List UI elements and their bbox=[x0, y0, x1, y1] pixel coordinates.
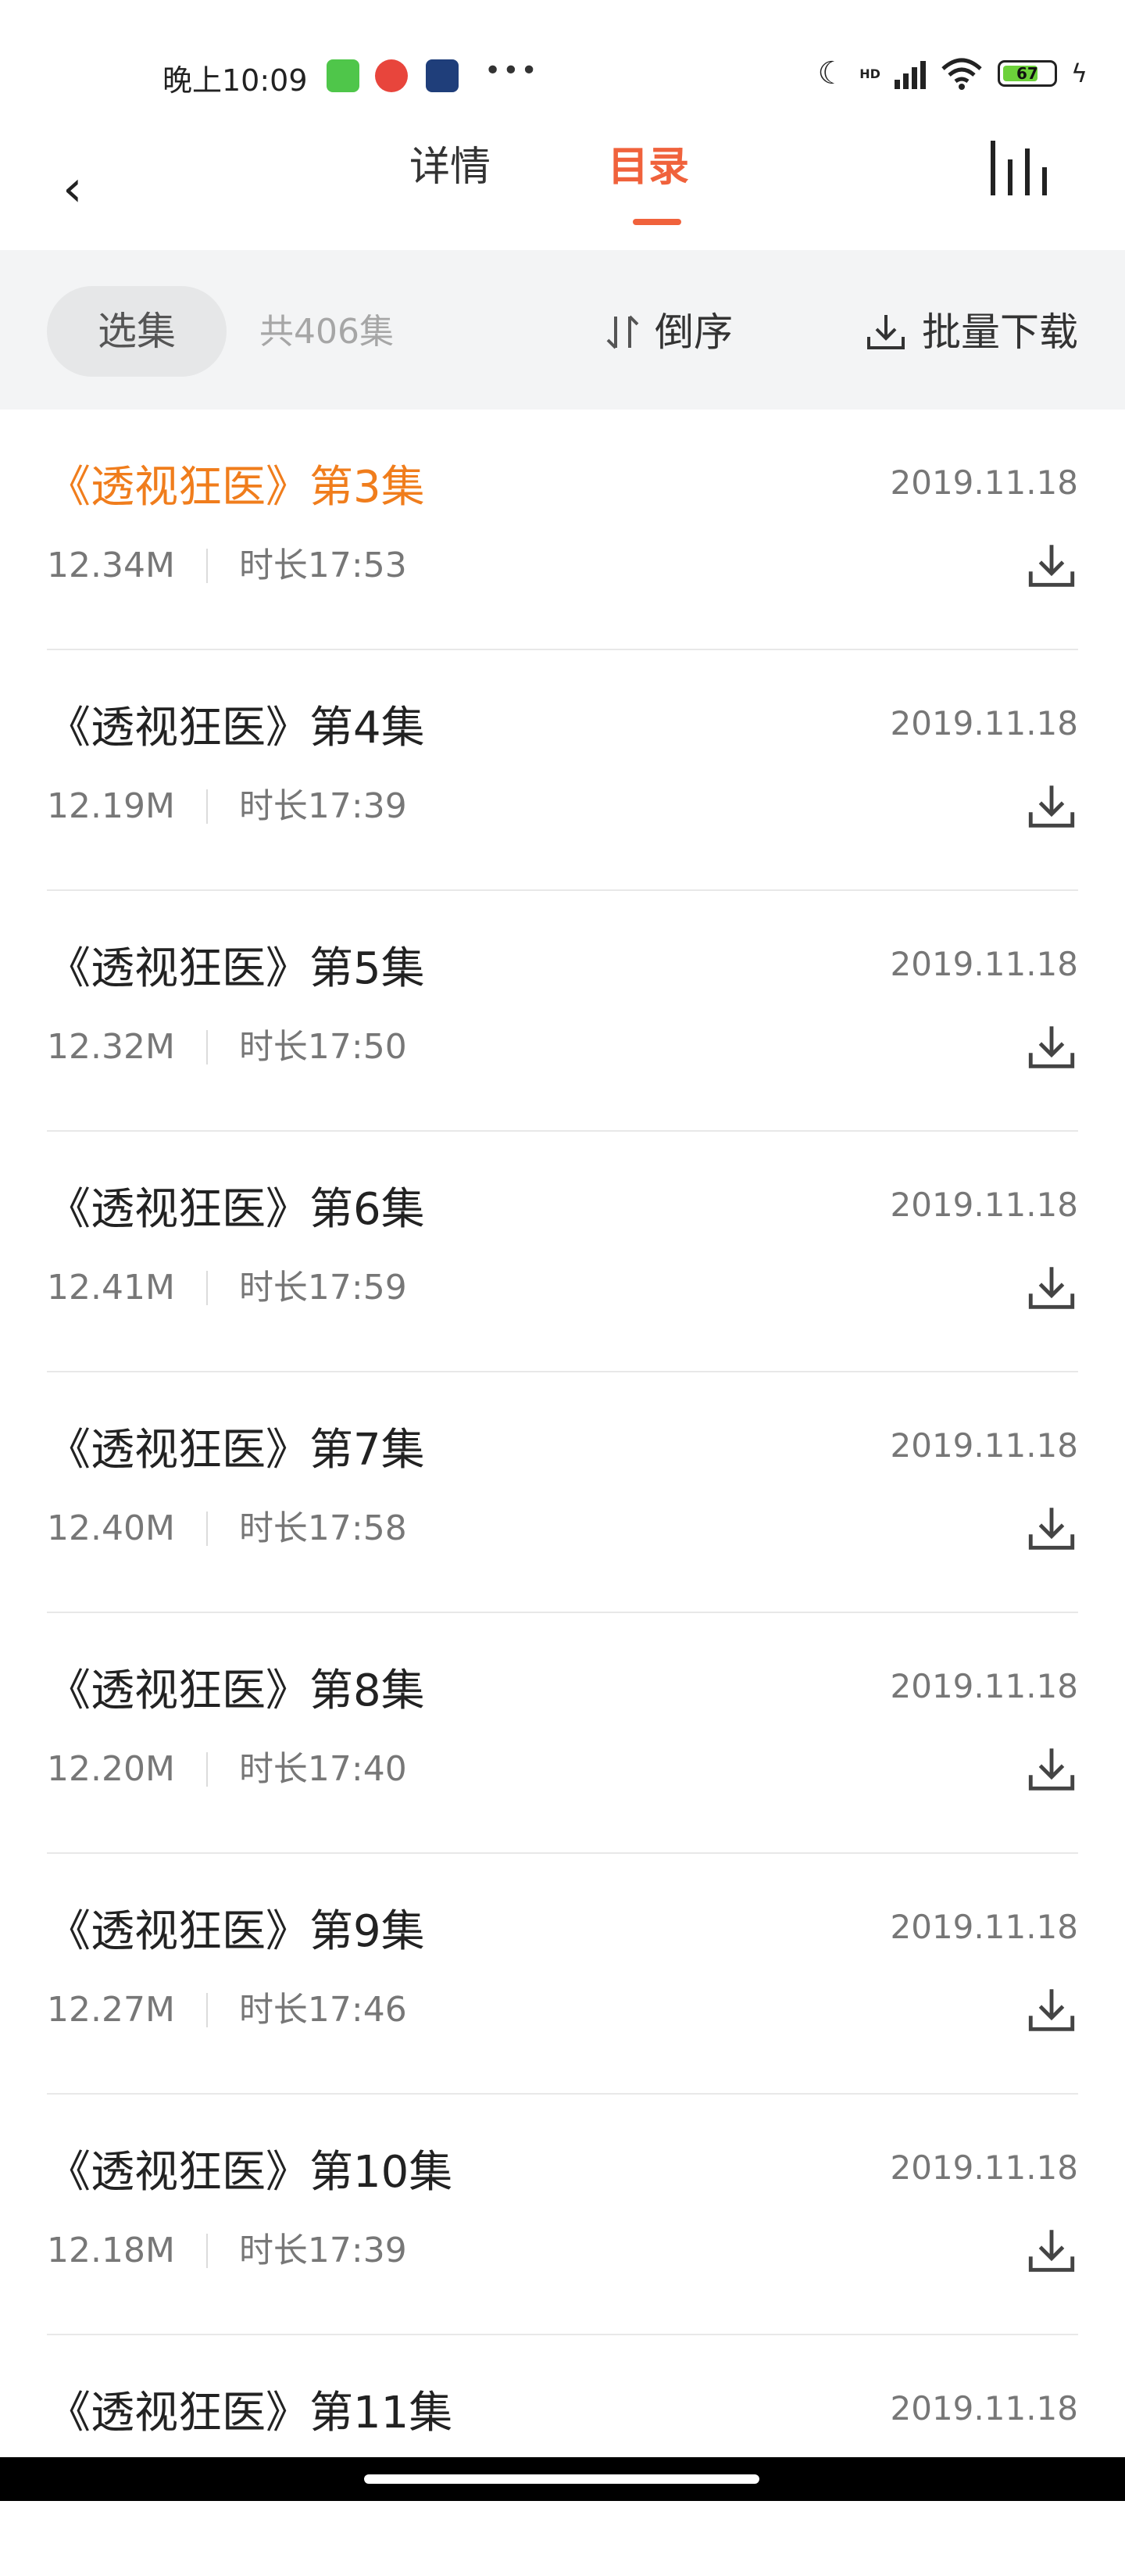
sort-arrows-icon bbox=[606, 315, 639, 349]
episode-size: 12.34M bbox=[47, 546, 175, 585]
episode-date: 2019.11.18 bbox=[890, 2389, 1078, 2428]
list-item[interactable]: 《透视狂医》第10集 2019.11.18 12.18M 时长17:39 bbox=[47, 2095, 1078, 2335]
sort-button[interactable]: 倒序 bbox=[603, 305, 733, 360]
episode-duration: 时长17:53 bbox=[238, 546, 407, 585]
episode-title: 《透视狂医》第6集 bbox=[47, 1184, 425, 1235]
episode-size: 12.18M bbox=[47, 2231, 175, 2270]
episode-title: 《透视狂医》第10集 bbox=[47, 2147, 453, 2198]
batch-download-label: 批量下载 bbox=[922, 309, 1078, 355]
network-type: HD bbox=[859, 66, 880, 81]
episode-title: 《透视狂医》第5集 bbox=[47, 943, 425, 994]
download-icon[interactable] bbox=[1025, 2224, 1078, 2277]
status-time: 晚上10:09 bbox=[162, 63, 308, 98]
gesture-bar bbox=[0, 2457, 1125, 2501]
list-item[interactable]: 《透视狂医》第9集 2019.11.18 12.27M 时长17:46 bbox=[47, 1854, 1078, 2095]
news-app-icon bbox=[426, 59, 459, 92]
episode-title: 《透视狂医》第8集 bbox=[47, 1665, 425, 1716]
signal-icon bbox=[894, 58, 926, 89]
list-item[interactable]: 《透视狂医》第8集 2019.11.18 12.20M 时长17:40 bbox=[47, 1613, 1078, 1854]
episode-toolbar: 选集 共406集 倒序 批量下载 bbox=[0, 250, 1125, 410]
episode-date: 2019.11.18 bbox=[890, 1667, 1078, 1705]
episode-size: 12.32M bbox=[47, 1027, 175, 1067]
bar-chart-icon[interactable] bbox=[984, 133, 1055, 203]
episode-title: 《透视狂医》第3集 bbox=[47, 462, 425, 513]
download-icon[interactable] bbox=[1025, 1984, 1078, 2037]
wifi-icon bbox=[941, 58, 982, 90]
episode-duration: 时长17:40 bbox=[238, 1749, 407, 1789]
list-item[interactable]: 《透视狂医》第6集 2019.11.18 12.41M 时长17:59 bbox=[47, 1132, 1078, 1372]
download-icon[interactable] bbox=[1025, 780, 1078, 833]
active-tab-indicator bbox=[633, 219, 681, 225]
episode-duration: 时长17:39 bbox=[238, 786, 407, 826]
episode-date: 2019.11.18 bbox=[890, 704, 1078, 742]
list-item[interactable]: 《透视狂医》第3集 2019.11.18 12.34M 时长17:53 bbox=[47, 410, 1078, 650]
episode-title: 《透视狂医》第11集 bbox=[47, 2388, 453, 2438]
episode-title: 《透视狂医》第7集 bbox=[47, 1425, 425, 1476]
list-item[interactable]: 《透视狂医》第7集 2019.11.18 12.40M 时长17:58 bbox=[47, 1372, 1078, 1613]
top-nav: ‹ 详情 目录 bbox=[0, 117, 1125, 250]
do-not-disturb-icon: ☾ bbox=[817, 55, 846, 91]
episode-size: 12.41M bbox=[47, 1268, 175, 1308]
episode-title: 《透视狂医》第4集 bbox=[47, 703, 425, 753]
episode-duration: 时长17:59 bbox=[238, 1268, 407, 1308]
episode-date: 2019.11.18 bbox=[890, 1908, 1078, 1946]
episode-size: 12.20M bbox=[47, 1749, 175, 1789]
list-item[interactable]: 《透视狂医》第11集 2019.11.18 bbox=[47, 2335, 1078, 2576]
home-indicator[interactable] bbox=[364, 2474, 759, 2484]
episode-duration: 时长17:58 bbox=[238, 1508, 407, 1548]
sort-label: 倒序 bbox=[655, 309, 733, 355]
download-icon[interactable] bbox=[1025, 1502, 1078, 1555]
battery-level: 67 bbox=[1016, 64, 1038, 83]
list-item[interactable]: 《透视狂医》第4集 2019.11.18 12.19M 时长17:39 bbox=[47, 650, 1078, 891]
chevron-left-icon[interactable]: ‹ bbox=[62, 164, 83, 214]
episode-list: 《透视狂医》第3集 2019.11.18 12.34M 时长17:53 《透视狂医… bbox=[0, 410, 1125, 2576]
batch-download-button[interactable]: 批量下载 bbox=[864, 305, 1078, 360]
download-icon[interactable] bbox=[1025, 1743, 1078, 1796]
app-notification-icon bbox=[375, 59, 408, 92]
more-notifications-icon: ••• bbox=[484, 55, 539, 87]
tab-detail[interactable]: 详情 bbox=[409, 136, 491, 199]
app-notification-icon bbox=[327, 59, 359, 92]
download-icon[interactable] bbox=[1025, 1021, 1078, 1074]
episode-title: 《透视狂医》第9集 bbox=[47, 1906, 425, 1957]
tab-catalog[interactable]: 目录 bbox=[608, 136, 689, 199]
episode-duration: 时长17:46 bbox=[238, 1990, 407, 2030]
episode-size: 12.40M bbox=[47, 1508, 175, 1548]
charging-icon: ϟ bbox=[1070, 59, 1088, 88]
list-item[interactable]: 《透视狂医》第5集 2019.11.18 12.32M 时长17:50 bbox=[47, 891, 1078, 1132]
episode-date: 2019.11.18 bbox=[890, 2148, 1078, 2187]
episode-date: 2019.11.18 bbox=[890, 1186, 1078, 1224]
battery-icon: 67 bbox=[997, 60, 1057, 87]
episode-size: 12.27M bbox=[47, 1990, 175, 2030]
select-episodes-button[interactable]: 选集 bbox=[47, 286, 227, 377]
episode-date: 2019.11.18 bbox=[890, 945, 1078, 983]
episode-date: 2019.11.18 bbox=[890, 1426, 1078, 1465]
download-icon[interactable] bbox=[1025, 1261, 1078, 1315]
episode-size: 12.19M bbox=[47, 786, 175, 826]
episode-count: 共406集 bbox=[259, 312, 394, 352]
download-icon[interactable] bbox=[1025, 539, 1078, 592]
episode-duration: 时长17:39 bbox=[238, 2231, 407, 2270]
episode-date: 2019.11.18 bbox=[890, 463, 1078, 502]
episode-duration: 时长17:50 bbox=[238, 1027, 407, 1067]
status-bar: 晚上10:09 ••• ☾ HD 67 ϟ bbox=[0, 0, 1125, 117]
download-icon bbox=[867, 315, 905, 349]
